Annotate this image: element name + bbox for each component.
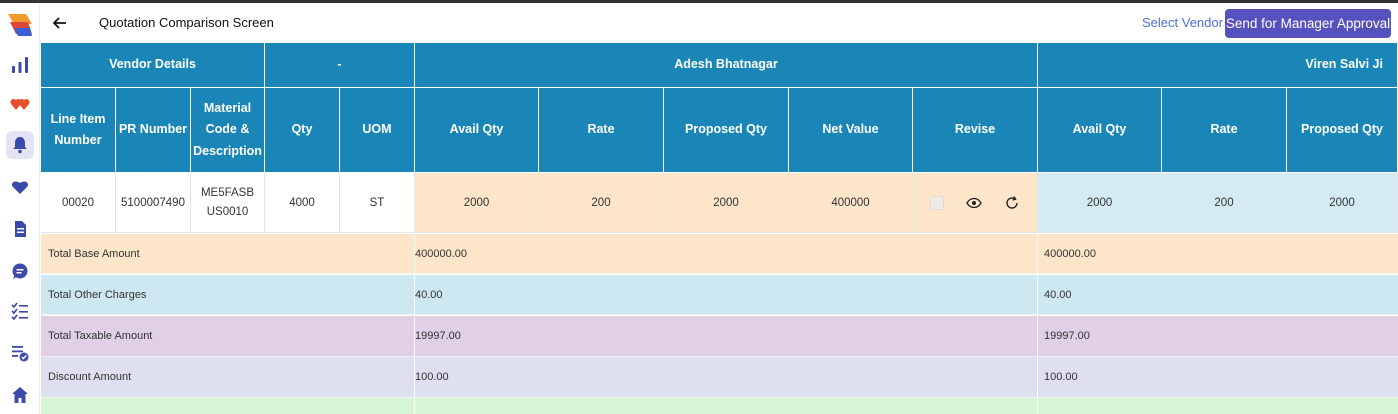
- summary-row: Total Other Charges 40.00 40.00: [41, 275, 1398, 315]
- hearts-icon[interactable]: [6, 91, 34, 119]
- cell-pr-number: 5100007490: [116, 173, 191, 233]
- divider: [1037, 234, 1038, 414]
- app-logo: [6, 12, 34, 38]
- summary-v1-value: 19997.00: [415, 330, 461, 342]
- summary-label: Total Base Amount: [48, 247, 140, 260]
- select-vendor-link[interactable]: Select Vendor: [1142, 15, 1223, 30]
- page-title: Quotation Comparison Screen: [99, 15, 274, 30]
- summary-v2-value: 100.00: [1044, 371, 1078, 383]
- eye-icon[interactable]: [966, 195, 982, 211]
- col-uom: UOM: [340, 88, 415, 173]
- bell-icon[interactable]: [6, 131, 34, 159]
- document-icon[interactable]: [6, 215, 34, 243]
- back-arrow-icon[interactable]: [50, 13, 70, 33]
- col-v1-revise: Revise: [913, 88, 1038, 173]
- vendor1-header: Adesh Bhatnagar: [415, 43, 1038, 88]
- col-qty: Qty: [265, 88, 340, 173]
- col-v2-avail-qty: Avail Qty: [1038, 88, 1162, 173]
- home-icon[interactable]: [6, 381, 34, 409]
- refresh-icon[interactable]: [1004, 195, 1020, 211]
- cell-uom: ST: [340, 173, 415, 233]
- checklist-icon[interactable]: [6, 297, 34, 325]
- col-line-item-number: Line Item Number: [41, 88, 116, 173]
- col-material-code: Material Code & Description: [191, 88, 265, 173]
- sidebar: [0, 3, 40, 414]
- col-v2-rate: Rate: [1162, 88, 1287, 173]
- heart-icon[interactable]: [6, 173, 34, 201]
- summary-v1-value: 400000.00: [415, 247, 467, 260]
- cell-v2-proposed-qty: 2000: [1287, 173, 1398, 233]
- chat-icon[interactable]: [6, 257, 34, 285]
- summary-label: Total Other Charges: [48, 288, 147, 301]
- summary-v1-value: 100.00: [415, 371, 449, 383]
- col-v1-avail-qty: Avail Qty: [415, 88, 539, 173]
- vendor-details-header: Vendor Details: [41, 43, 265, 88]
- col-v1-net-value: Net Value: [789, 88, 913, 173]
- summary-label: Discount Amount: [48, 371, 132, 383]
- vendor2-header: Viren Salvi Ji: [1038, 43, 1398, 88]
- cell-v1-avail-qty: 2000: [415, 173, 539, 233]
- dash-header: -: [265, 43, 415, 88]
- col-v2-proposed-qty: Proposed Qty: [1287, 88, 1398, 173]
- task-approved-icon[interactable]: [6, 339, 34, 367]
- cell-line-item: 00020: [41, 173, 116, 233]
- cell-qty: 4000: [265, 173, 340, 233]
- col-v1-proposed-qty: Proposed Qty: [664, 88, 789, 173]
- col-pr-number: PR Number: [116, 88, 191, 173]
- bar-chart-icon[interactable]: [6, 51, 34, 79]
- summary-v2-value: 19997.00: [1044, 330, 1090, 342]
- summary-row: Total Taxable Amount 19997.00 19997.00: [41, 316, 1398, 357]
- header-bar: Quotation Comparison Screen Select Vendo…: [40, 3, 1398, 43]
- cell-v1-revise: [913, 173, 1038, 233]
- cell-v1-rate: 200: [539, 173, 664, 233]
- cell-v2-avail-qty: 2000: [1038, 173, 1162, 233]
- summary-v2-value: 40.00: [1044, 288, 1072, 301]
- col-v1-rate: Rate: [539, 88, 664, 173]
- divider: [414, 234, 415, 414]
- summary-label: Total Taxable Amount: [48, 330, 153, 342]
- cell-v1-proposed-qty: 2000: [664, 173, 789, 233]
- summary-row: Discount Amount 100.00 100.00: [41, 357, 1398, 398]
- summary-v1-value: 40.00: [415, 288, 443, 301]
- summary-v2-value: 400000.00: [1044, 247, 1096, 260]
- revise-checkbox[interactable]: [930, 195, 944, 210]
- cell-v2-rate: 200: [1162, 173, 1287, 233]
- cell-material: ME5FASBUS0010: [191, 173, 265, 233]
- summary-row: Total Base Amount 400000.00 400000.00: [41, 234, 1398, 274]
- cell-v1-net-value: 400000: [789, 173, 913, 233]
- comparison-table: Vendor Details - Adesh Bhatnagar Viren S…: [41, 43, 1398, 414]
- send-for-manager-approval-button[interactable]: Send for Manager Approval: [1225, 9, 1391, 38]
- summary-row-partial: [41, 398, 1398, 414]
